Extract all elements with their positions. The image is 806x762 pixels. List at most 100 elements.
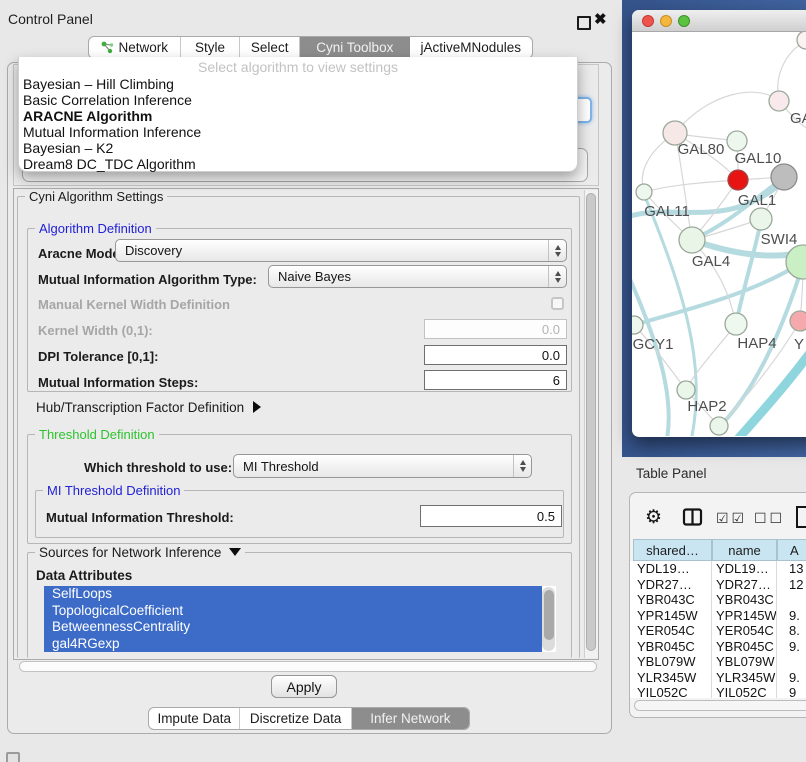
table-row[interactable]: YDL19…YDL19…13 — [630, 561, 806, 577]
table-row[interactable]: YPR145W YPR145W 9. — [630, 608, 806, 624]
table-cell: 9 — [789, 685, 806, 698]
table-cell: YDL19… — [716, 561, 778, 577]
float-panel-icon[interactable] — [577, 16, 591, 30]
tab-impute-data[interactable]: Impute Data — [149, 708, 240, 729]
table-row[interactable]: YBR045CYBR045C9. — [630, 639, 806, 655]
table-row[interactable]: YBL079WYBL079W — [630, 654, 806, 670]
algorithm-dropdown-item[interactable]: Bayesian – K2 — [19, 140, 577, 156]
collapsed-panel-icon[interactable] — [6, 752, 20, 762]
data-attribute-item[interactable]: BetweennessCentrality — [44, 619, 542, 636]
data-attribute-item[interactable]: gal4RGexp — [44, 636, 542, 653]
algorithm-definition-title: Algorithm Definition — [35, 221, 156, 236]
table-cell: YLR345W — [637, 670, 709, 686]
algorithm-dropdown-item[interactable]: Mutual Information Inference — [19, 124, 577, 140]
table-horizontal-scrollbar[interactable] — [634, 700, 806, 711]
tab-discretize-data[interactable]: Discretize Data — [240, 708, 351, 729]
kernel-width-field[interactable]: 0.0 — [424, 319, 567, 339]
network-node[interactable] — [769, 91, 789, 111]
settings-vertical-scrollbar-thumb[interactable] — [586, 193, 596, 651]
network-node[interactable] — [632, 316, 643, 334]
new-table-icon[interactable] — [795, 505, 806, 529]
settings-horizontal-scrollbar[interactable] — [19, 661, 597, 672]
column-header-cut[interactable]: A — [777, 539, 806, 561]
network-node[interactable] — [771, 164, 797, 190]
algorithm-dropdown-item[interactable]: Dream8 DC_TDC Algorithm — [19, 156, 577, 172]
table-cell: YDR27… — [716, 577, 778, 593]
network-node-label: HAP4 — [737, 335, 776, 352]
algorithm-dropdown-item[interactable]: Basic Correlation Inference — [19, 92, 577, 108]
algorithm-dropdown-placeholder: Select algorithm to view settings — [19, 57, 577, 76]
table-cell: 12 — [789, 577, 806, 593]
tab-infer-network[interactable]: Infer Network — [352, 708, 469, 729]
data-attribute-item[interactable]: SelfLoops — [44, 586, 542, 603]
network-window-titlebar[interactable] — [632, 10, 806, 32]
chevron-updown-icon — [513, 455, 531, 477]
table-row[interactable]: YIL052CYIL052C9 — [630, 685, 806, 698]
network-node[interactable] — [727, 131, 747, 151]
mi-algorithm-type-combo[interactable]: Naive Bayes — [268, 265, 567, 288]
which-threshold-combo[interactable]: MI Threshold — [233, 454, 532, 478]
mi-threshold-field[interactable]: 0.5 — [420, 505, 562, 527]
table-cell: YER054C — [716, 623, 778, 639]
table-row[interactable]: YLR345W YLR345W 9. — [630, 670, 806, 686]
algorithm-dropdown-item[interactable]: ARACNE Algorithm — [19, 108, 577, 124]
column-header-shared-name[interactable]: shared… — [633, 539, 712, 561]
columns-icon[interactable] — [682, 507, 703, 528]
network-node[interactable] — [679, 227, 705, 253]
close-icon[interactable]: ✖ — [594, 10, 607, 28]
window-minimize-icon[interactable] — [660, 15, 672, 27]
data-attribute-item[interactable]: TopologicalCoefficient — [44, 603, 542, 620]
down-triangle-icon — [229, 548, 241, 556]
tab-cyni-toolbox[interactable]: Cyni Toolbox — [300, 37, 410, 58]
aracne-mode-combo[interactable]: Discovery — [115, 239, 567, 262]
tab-select[interactable]: Select — [240, 37, 300, 58]
tab-style[interactable]: Style — [181, 37, 241, 58]
mi-threshold-label: Mutual Information Threshold: — [46, 510, 234, 525]
network-node[interactable] — [710, 417, 728, 435]
clear-all-checks-icon[interactable]: ☐☐ — [754, 510, 785, 527]
table-row[interactable]: YBR043CYBR043C — [630, 592, 806, 608]
data-attributes-label: Data Attributes — [36, 568, 132, 583]
manual-kernel-width-checkbox[interactable] — [551, 297, 564, 310]
mi-steps-field[interactable]: 6 — [424, 370, 567, 390]
network-node-label: GAL80 — [678, 141, 725, 158]
select-all-checks-icon[interactable]: ☑☑ — [716, 510, 747, 527]
algorithm-dropdown-item[interactable]: Bayesian – Hill Climbing — [19, 76, 577, 92]
table-row[interactable]: YER054CYER054C8. — [630, 623, 806, 639]
network-node[interactable] — [750, 208, 772, 230]
gear-icon[interactable]: ⚙ — [645, 506, 662, 529]
network-node[interactable] — [636, 184, 652, 200]
network-node[interactable] — [677, 381, 695, 399]
network-node[interactable] — [790, 311, 806, 331]
column-divider — [711, 561, 712, 698]
network-node[interactable] — [725, 313, 747, 335]
table-cell: 9. — [789, 608, 806, 624]
algorithm-dropdown: Select algorithm to view settings Bayesi… — [18, 57, 578, 172]
window-zoom-icon[interactable] — [678, 15, 690, 27]
table-cell: YPR145W — [716, 608, 778, 624]
which-threshold-label: Which threshold to use: — [84, 460, 232, 475]
column-header-name[interactable]: name — [712, 539, 777, 561]
table-cell: YLR345W — [716, 670, 778, 686]
column-divider — [776, 561, 777, 698]
table-cell: 9. — [789, 670, 806, 686]
table-row[interactable]: YDR27…YDR27…12 — [630, 577, 806, 593]
network-node-label: GAL11 — [644, 203, 690, 220]
table-cell: YBR043C — [637, 592, 709, 608]
which-threshold-value: MI Threshold — [234, 455, 513, 477]
network-node[interactable] — [728, 170, 748, 190]
attributes-scrollbar-thumb[interactable] — [544, 590, 554, 640]
table-cell: YPR145W — [637, 608, 709, 624]
network-node[interactable] — [797, 32, 806, 49]
window-close-icon[interactable] — [642, 15, 654, 27]
data-attributes-list[interactable]: SelfLoopsTopologicalCoefficientBetweenne… — [44, 586, 556, 652]
network-canvas[interactable]: GALGAL80GAL10GAL1SWI4GAL11GAL4GCY1HAP4YH… — [632, 32, 806, 436]
dpi-tolerance-field[interactable]: 0.0 — [424, 345, 567, 365]
tab-network[interactable]: Network — [89, 37, 181, 58]
sources-title[interactable]: Sources for Network Inference — [35, 545, 245, 560]
tab-jactivemnodules[interactable]: jActiveMNodules — [410, 37, 532, 58]
hub-definition-expander[interactable]: Hub/Transcription Factor Definition — [36, 400, 261, 415]
mi-steps-label: Mutual Information Steps: — [38, 375, 198, 390]
apply-button[interactable]: Apply — [271, 675, 337, 698]
network-node[interactable] — [786, 245, 806, 279]
